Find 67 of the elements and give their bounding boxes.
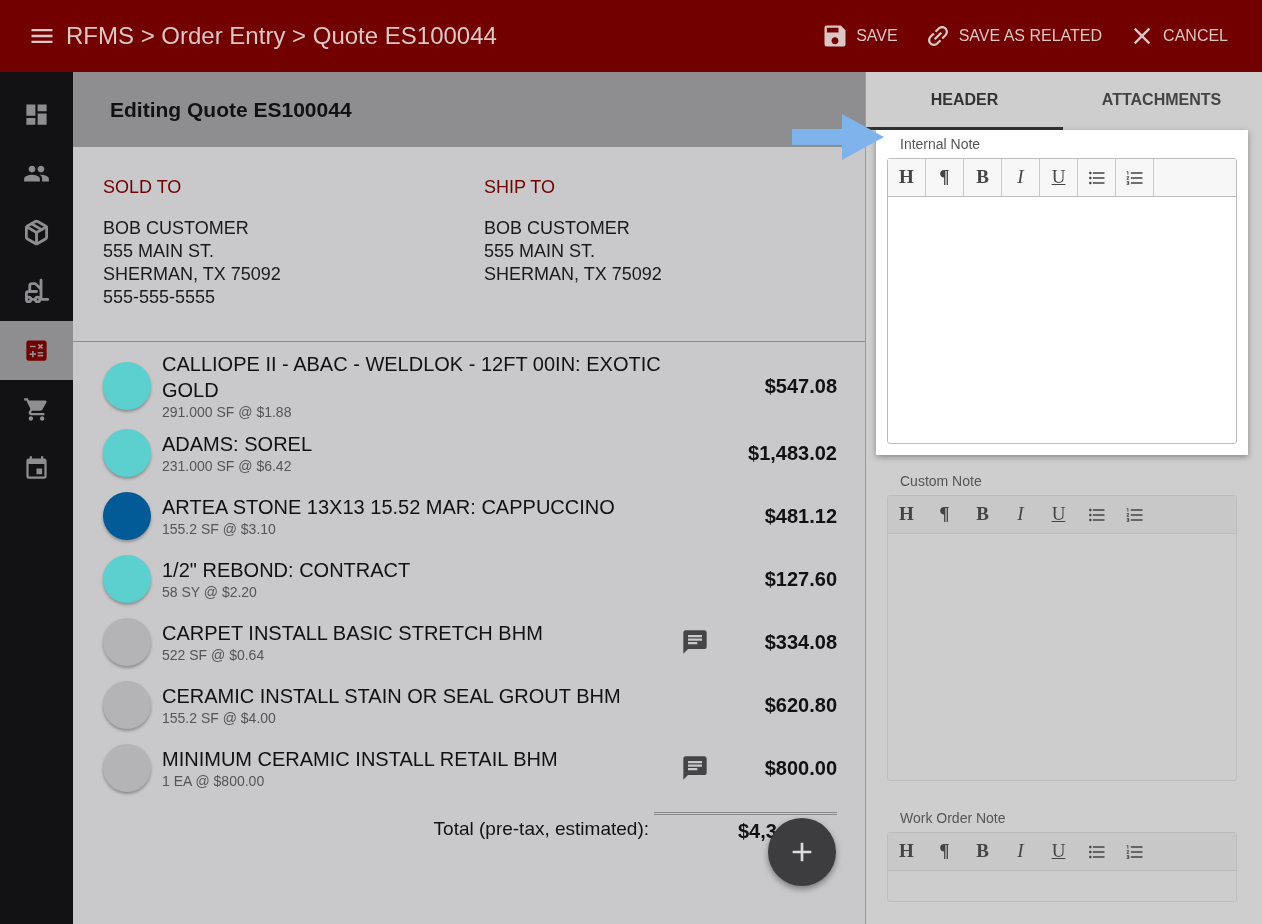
item-price: $620.80 [764, 692, 837, 718]
item-price: $547.08 [764, 374, 837, 399]
calendar-icon [23, 455, 50, 482]
forklift-icon [23, 278, 50, 305]
format-button[interactable]: H [888, 833, 926, 870]
tab[interactable]: ATTACHMENTS [1063, 72, 1260, 130]
item-price: $1,483.02 [748, 440, 837, 466]
item-detail: 522 SF @ $0.64 [162, 645, 266, 664]
italic-button[interactable]: I [1002, 159, 1040, 196]
note-label: Custom Note [900, 472, 983, 491]
item-detail: 58 SY @ $2.20 [162, 582, 258, 601]
cart-icon [23, 396, 50, 423]
item-name: CARPET INSTALL BASIC STRETCH BHM [162, 620, 544, 646]
item-name: ARTEA STONE 13X13 15.52 MAR: CAPPUCCINO [162, 494, 616, 520]
item-detail: 1 EA @ $800.00 [162, 771, 266, 790]
address-line: 555 MAIN ST. [103, 240, 216, 263]
dashboard-icon [23, 101, 50, 128]
item-name: CALLIOPE II - ABAC - WELDLOK - 12FT 00IN: EXOTIC GOLD [162, 352, 662, 403]
item-price: $481.12 [764, 503, 837, 529]
item-price: $127.60 [764, 566, 837, 592]
comment-icon[interactable] [680, 753, 709, 782]
address-line: BOB CUSTOMER [484, 217, 631, 240]
underline-button[interactable]: U [1040, 496, 1078, 533]
address-line: 555 MAIN ST. [484, 240, 597, 263]
format-button[interactable]: H [888, 496, 926, 533]
page-title: Editing Quote ES100044 [110, 96, 352, 123]
item-name: 1/2" REBOND: CONTRACT [162, 557, 412, 583]
cancel-button[interactable]: CANCEL [1128, 22, 1228, 50]
bold-button[interactable]: B [964, 159, 1002, 196]
item-name: ADAMS: SOREL [162, 431, 314, 457]
underline-button[interactable]: U [1040, 159, 1078, 196]
link-button[interactable]: SAVE AS RELATED [923, 22, 1103, 50]
rich-text-editor[interactable]: H ¶ B I U [887, 495, 1237, 781]
format-button[interactable]: ¶ [926, 496, 964, 533]
address-line: SHERMAN, TX 75092 [103, 263, 282, 286]
rich-text-editor[interactable]: H ¶ B I U [887, 158, 1237, 444]
address-line: BOB CUSTOMER [103, 217, 250, 240]
italic-button[interactable]: I [1002, 496, 1040, 533]
item-detail: 291.000 SF @ $1.88 [162, 403, 293, 421]
save-button[interactable]: SAVE [821, 22, 898, 50]
calculator-icon [23, 337, 50, 364]
format-button[interactable]: ¶ [926, 159, 964, 196]
comment-icon[interactable] [680, 627, 709, 656]
sidebar-item[interactable] [0, 321, 73, 380]
address-line: 555-555-5555 [103, 286, 217, 309]
note-label: Work Order Note [900, 809, 1007, 828]
note-label: Internal Note [900, 135, 982, 154]
item-price: $334.08 [764, 629, 837, 655]
bold-button[interactable]: B [964, 496, 1002, 533]
underline-button[interactable]: U [1040, 833, 1078, 870]
address-heading: SOLD TO [103, 176, 183, 199]
box-icon [23, 219, 50, 246]
format-button[interactable]: ¶ [926, 833, 964, 870]
item-name: MINIMUM CERAMIC INSTALL RETAIL BHM [162, 746, 559, 772]
total-label: Total (pre-tax, estimated): [433, 817, 649, 842]
item-name: CERAMIC INSTALL STAIN OR SEAL GROUT BHM [162, 683, 622, 709]
item-detail: 231.000 SF @ $6.42 [162, 456, 293, 475]
breadcrumb: RFMS > Order Entry > Quote ES100044 [66, 21, 497, 51]
address-line: SHERMAN, TX 75092 [484, 263, 663, 286]
rich-text-editor[interactable]: H ¶ B I U [887, 832, 1237, 902]
address-heading: SHIP TO [484, 176, 557, 199]
italic-button[interactable]: I [1002, 833, 1040, 870]
item-detail: 155.2 SF @ $4.00 [162, 708, 277, 727]
format-button[interactable]: H [888, 159, 926, 196]
item-detail: 155.2 SF @ $3.10 [162, 519, 277, 538]
bold-button[interactable]: B [964, 833, 1002, 870]
item-price: $800.00 [764, 755, 837, 781]
